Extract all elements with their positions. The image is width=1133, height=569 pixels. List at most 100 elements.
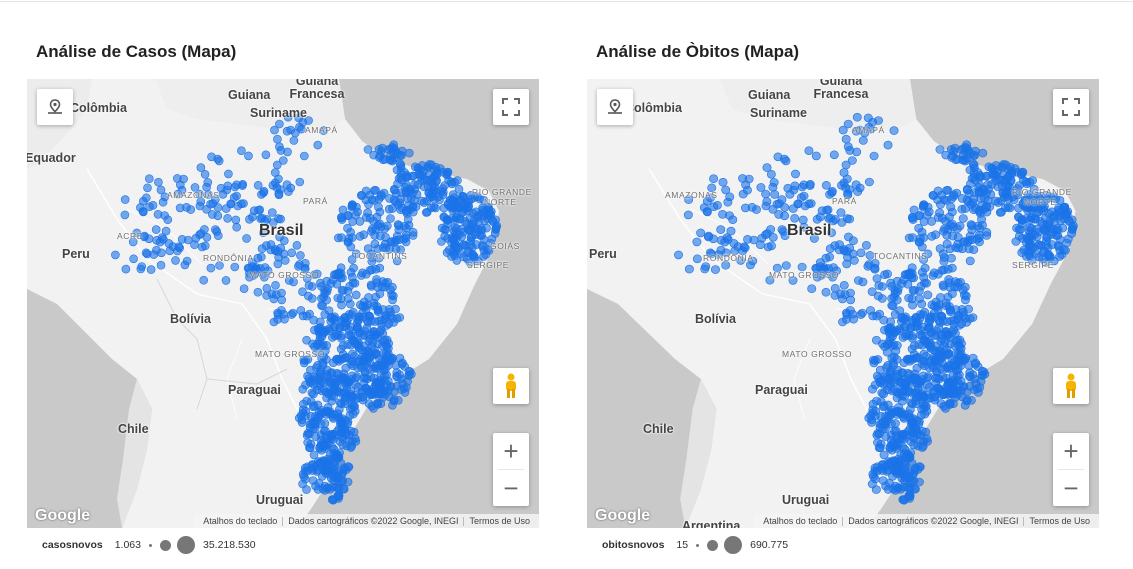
map-marker[interactable] — [171, 256, 180, 265]
map-marker[interactable] — [295, 177, 305, 187]
map-marker[interactable] — [907, 294, 917, 304]
map-marker[interactable] — [327, 314, 337, 323]
map-marker[interactable] — [254, 205, 263, 215]
map-marker[interactable] — [866, 306, 875, 315]
map-marker[interactable] — [741, 180, 751, 190]
zoom-in-button[interactable]: + — [1053, 433, 1089, 469]
map-data-credit[interactable]: Dados cartográficos ©2022 Google, INEGI — [283, 516, 463, 526]
map-marker[interactable] — [701, 262, 711, 271]
map-marker[interactable] — [330, 322, 340, 332]
map-marker[interactable] — [878, 417, 888, 427]
map-marker[interactable] — [261, 150, 271, 160]
map-marker[interactable] — [304, 374, 314, 384]
map-marker[interactable] — [404, 370, 414, 380]
map-marker[interactable] — [434, 192, 443, 202]
map-marker[interactable] — [349, 263, 358, 273]
map-marker[interactable] — [376, 222, 386, 232]
map-marker[interactable] — [960, 204, 970, 213]
map-marker[interactable] — [221, 276, 231, 285]
map-marker[interactable] — [328, 386, 338, 396]
map-marker[interactable] — [1042, 233, 1052, 242]
map-marker[interactable] — [704, 231, 714, 241]
map-marker[interactable] — [323, 371, 332, 381]
map-marker[interactable] — [379, 361, 388, 370]
map-marker[interactable] — [872, 274, 882, 283]
fullscreen-button[interactable] — [1053, 89, 1089, 125]
map-marker[interactable] — [887, 341, 897, 351]
terms-link[interactable]: Termos de Uso — [464, 516, 535, 526]
map-marker[interactable] — [342, 318, 352, 327]
map-marker[interactable] — [413, 163, 423, 173]
map-marker[interactable] — [1034, 241, 1044, 250]
map-marker[interactable] — [917, 299, 927, 309]
map-marker[interactable] — [943, 264, 953, 274]
map-marker[interactable] — [932, 302, 942, 311]
map-marker[interactable] — [317, 294, 326, 303]
map-marker[interactable] — [292, 241, 302, 250]
map-marker[interactable] — [417, 176, 427, 186]
map-marker[interactable] — [302, 311, 312, 321]
map-marker[interactable] — [154, 177, 163, 187]
map-marker[interactable] — [857, 308, 867, 318]
map-marker[interactable] — [244, 151, 253, 161]
map-marker[interactable] — [299, 358, 309, 368]
map-marker[interactable] — [454, 203, 464, 212]
map-marker[interactable] — [868, 399, 878, 409]
map-marker[interactable] — [943, 380, 953, 390]
map-marker[interactable] — [276, 146, 286, 155]
map-marker[interactable] — [904, 491, 914, 500]
map-marker[interactable] — [890, 419, 900, 428]
map-marker[interactable] — [341, 429, 351, 439]
map-marker[interactable] — [958, 214, 968, 223]
map-marker[interactable] — [454, 184, 464, 194]
map-marker[interactable] — [909, 341, 919, 351]
map-marker[interactable] — [863, 113, 873, 123]
map-marker[interactable] — [783, 183, 793, 193]
map-marker[interactable] — [964, 244, 974, 254]
map-marker[interactable] — [888, 358, 898, 368]
map-marker[interactable] — [891, 407, 901, 416]
map-marker[interactable] — [397, 374, 406, 384]
map-marker[interactable] — [919, 272, 929, 282]
map-marker[interactable] — [237, 146, 246, 155]
map-marker[interactable] — [421, 208, 431, 217]
map-marker[interactable] — [836, 208, 846, 217]
map-marker[interactable] — [901, 322, 911, 332]
map-marker[interactable] — [840, 290, 850, 299]
map-marker[interactable] — [1017, 170, 1027, 180]
map-marker[interactable] — [875, 365, 885, 375]
map-marker[interactable] — [874, 374, 884, 384]
map-marker[interactable] — [298, 479, 307, 489]
map-marker[interactable] — [845, 146, 855, 155]
map-marker[interactable] — [964, 304, 973, 314]
map-marker[interactable] — [351, 290, 361, 300]
map-marker[interactable] — [805, 181, 815, 190]
map-marker[interactable] — [890, 456, 900, 466]
map-marker[interactable] — [825, 252, 834, 262]
map-marker[interactable] — [199, 275, 208, 285]
map-marker[interactable] — [780, 203, 790, 212]
map-marker[interactable] — [340, 393, 350, 402]
map-marker[interactable] — [919, 392, 929, 402]
map-marker[interactable] — [853, 187, 863, 196]
map-marker[interactable] — [945, 244, 955, 254]
map-marker[interactable] — [1055, 252, 1065, 261]
map-marker[interactable] — [431, 162, 441, 172]
map-marker[interactable] — [897, 314, 907, 323]
map-marker[interactable] — [333, 473, 343, 483]
map-marker[interactable] — [889, 126, 899, 135]
map-marker[interactable] — [965, 165, 975, 175]
map-marker[interactable] — [807, 284, 817, 293]
map-marker[interactable] — [289, 136, 299, 145]
map-marker[interactable] — [954, 340, 964, 350]
map-marker[interactable] — [997, 162, 1007, 172]
map-marker[interactable] — [922, 210, 932, 220]
map-canvas[interactable]: Colômbia Guiana Suriname Guiana Francesa… — [587, 79, 1099, 528]
map-marker[interactable] — [957, 319, 967, 329]
map-marker[interactable] — [852, 112, 862, 122]
map-marker[interactable] — [138, 207, 148, 216]
map-marker[interactable] — [929, 387, 939, 397]
map-marker[interactable] — [346, 227, 355, 237]
map-marker[interactable] — [979, 205, 988, 214]
map-marker[interactable] — [917, 331, 927, 340]
